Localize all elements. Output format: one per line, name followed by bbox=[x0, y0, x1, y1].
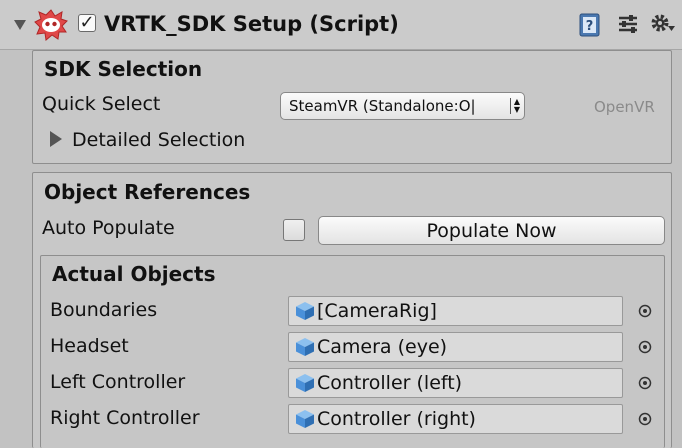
quick-select-value: SteamVR (Standalone:O| bbox=[289, 97, 476, 115]
object-picker-icon[interactable] bbox=[638, 376, 652, 390]
boundaries-value: [CameraRig] bbox=[317, 300, 437, 322]
right-controller-object-field[interactable]: Controller (right) bbox=[288, 404, 623, 434]
gameobject-cube-icon bbox=[296, 410, 314, 428]
right-controller-label: Right Controller bbox=[50, 407, 200, 429]
component-title: VRTK_SDK Setup (Script) bbox=[104, 12, 399, 36]
actual-objects-title: Actual Objects bbox=[52, 262, 216, 286]
headset-label: Headset bbox=[50, 335, 129, 357]
left-controller-value: Controller (left) bbox=[317, 372, 463, 394]
sdk-hint-label: OpenVR bbox=[594, 98, 655, 116]
gameobject-cube-icon bbox=[296, 302, 314, 320]
quick-select-label: Quick Select bbox=[42, 93, 161, 115]
gameobject-cube-icon bbox=[296, 374, 314, 392]
auto-populate-checkbox[interactable] bbox=[283, 219, 305, 241]
quick-select-dropdown[interactable]: SteamVR (Standalone:O| ▲ ▼ bbox=[280, 92, 525, 120]
left-controller-label: Left Controller bbox=[50, 371, 186, 393]
headset-value: Camera (eye) bbox=[317, 336, 448, 358]
component-header: ✓ VRTK_SDK Setup (Script) ? bbox=[0, 0, 682, 50]
dropdown-arrows-icon: ▲ ▼ bbox=[509, 98, 520, 114]
foldout-arrow-icon[interactable] bbox=[14, 20, 26, 30]
headset-object-field[interactable]: Camera (eye) bbox=[288, 332, 623, 362]
sdk-selection-title: SDK Selection bbox=[44, 57, 203, 81]
script-logo-icon bbox=[34, 9, 68, 41]
populate-now-button[interactable]: Populate Now bbox=[318, 216, 665, 245]
auto-populate-label: Auto Populate bbox=[42, 217, 175, 239]
svg-text:?: ? bbox=[586, 19, 594, 34]
right-controller-value: Controller (right) bbox=[317, 408, 476, 430]
gear-icon[interactable] bbox=[650, 12, 676, 36]
detailed-selection-foldout-icon[interactable] bbox=[50, 131, 62, 147]
gameobject-cube-icon bbox=[296, 338, 314, 356]
object-references-title: Object References bbox=[44, 180, 251, 204]
object-picker-icon[interactable] bbox=[638, 304, 652, 318]
detailed-selection-foldout[interactable]: Detailed Selection bbox=[72, 129, 245, 151]
object-picker-icon[interactable] bbox=[638, 412, 652, 426]
object-picker-icon[interactable] bbox=[638, 340, 652, 354]
left-controller-object-field[interactable]: Controller (left) bbox=[288, 368, 623, 398]
boundaries-label: Boundaries bbox=[50, 299, 158, 321]
boundaries-object-field[interactable]: [CameraRig] bbox=[288, 296, 623, 326]
presets-icon[interactable] bbox=[617, 13, 639, 35]
component-enabled-checkbox[interactable]: ✓ bbox=[78, 14, 96, 32]
help-book-icon[interactable]: ? bbox=[578, 12, 602, 38]
